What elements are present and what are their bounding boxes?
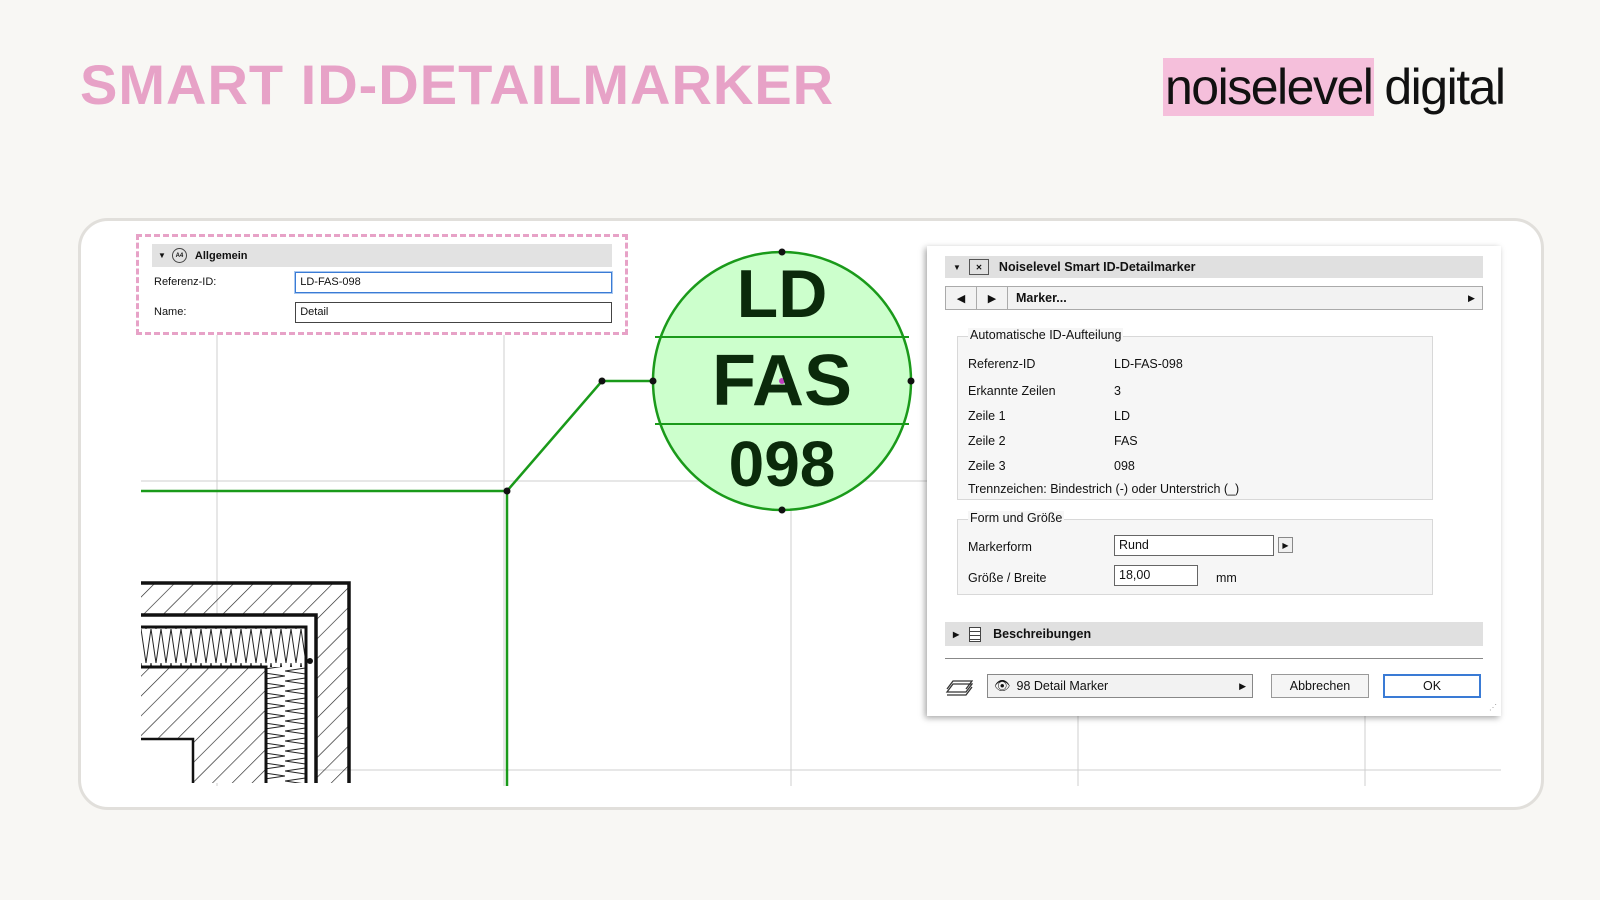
brand-highlight-text: noiselevel xyxy=(1163,58,1375,116)
cancel-button[interactable]: Abbrechen xyxy=(1271,674,1369,698)
panel-navigator: ◀ ▶ Marker... ▶ xyxy=(945,286,1483,310)
layout-icon: A4 xyxy=(171,248,187,263)
kv-value: 3 xyxy=(1114,384,1121,398)
next-panel-button[interactable]: ▶ xyxy=(977,287,1008,309)
footer-divider xyxy=(945,658,1483,659)
reference-id-input[interactable]: LD-FAS-098 xyxy=(295,271,612,293)
layer-selector[interactable]: 👁 98 Detail Marker ▶ xyxy=(987,674,1253,698)
auto-id-split-title: Automatische ID-Aufteilung xyxy=(968,328,1124,342)
size-row: Größe / Breite xyxy=(968,571,1114,585)
auto-id-split-group: Automatische ID-Aufteilung Referenz-ID LD… xyxy=(957,328,1433,500)
chevron-down-icon: ▼ xyxy=(158,251,166,260)
name-input[interactable]: Detail xyxy=(295,301,612,323)
page-title: SMART ID-DETAILMARKER xyxy=(80,53,835,116)
wall-section-detail xyxy=(141,581,351,783)
size-unit: mm xyxy=(1216,571,1237,585)
name-label: Name: xyxy=(154,306,187,318)
marker-tool-icon: ✕ xyxy=(968,259,989,275)
previous-panel-button[interactable]: ◀ xyxy=(946,287,977,309)
caret-right-icon: ▶ xyxy=(1239,680,1246,691)
kv-value: 098 xyxy=(1114,459,1135,473)
kv-row: Zeile 2 FAS xyxy=(968,434,1138,448)
kv-label: Zeile 2 xyxy=(968,434,1006,448)
descriptions-section-header[interactable]: ▶ Beschreibungen xyxy=(945,622,1483,646)
leader-node xyxy=(598,377,606,385)
kv-value: LD xyxy=(1114,409,1130,423)
size-input[interactable]: 18,00 xyxy=(1114,565,1198,586)
chevron-right-icon: ▶ xyxy=(953,629,960,639)
eye-icon: 👁 xyxy=(994,678,1011,693)
drawing-canvas: LD FAS 098 ▼ A4 Allgemein Referenz-ID: L… xyxy=(78,218,1544,810)
shape-size-title: Form und Größe xyxy=(968,511,1065,525)
dialog-title: Noiselevel Smart ID-Detailmarker xyxy=(998,260,1196,274)
kv-label: Referenz-ID xyxy=(968,357,1036,371)
caret-right-icon[interactable]: ▶ xyxy=(1468,293,1482,304)
kv-row: Zeile 3 098 xyxy=(968,459,1135,473)
kv-label: Erkannte Zeilen xyxy=(968,384,1056,398)
marker-line-1: LD xyxy=(736,256,828,332)
ok-button[interactable]: OK xyxy=(1383,674,1481,698)
shape-size-group: Form und Größe Markerform Rund ▶ Größe /… xyxy=(957,511,1433,595)
marker-shape-label: Markerform xyxy=(968,540,1032,554)
marker-settings-dialog: ▼ ✕ Noiselevel Smart ID-Detailmarker ◀ ▶… xyxy=(927,246,1501,716)
kv-row: Erkannte Zeilen 3 xyxy=(968,384,1121,398)
size-unit-text: mm xyxy=(1216,571,1237,585)
kv-value: LD-FAS-098 xyxy=(1114,357,1183,371)
leader-node xyxy=(503,487,511,495)
kv-row: Zeile 1 LD xyxy=(968,409,1130,423)
kv-row: Referenz-ID LD-FAS-098 xyxy=(968,357,1183,371)
document-icon xyxy=(969,626,982,642)
marker-shape-select[interactable]: Rund xyxy=(1114,535,1274,556)
panel-selector[interactable]: Marker... xyxy=(1008,291,1468,305)
reference-id-row: Referenz-ID: LD-FAS-098 xyxy=(152,267,612,297)
marker-line-3: 098 xyxy=(728,428,836,500)
dialog-header[interactable]: ▼ ✕ Noiselevel Smart ID-Detailmarker xyxy=(945,256,1483,278)
layers-icon xyxy=(945,678,974,696)
general-settings-panel: ▼ A4 Allgemein Referenz-ID: LD-FAS-098 N… xyxy=(136,234,628,335)
resize-grip-icon[interactable]: ⋰ xyxy=(1489,703,1497,712)
chevron-down-icon: ▼ xyxy=(953,262,961,272)
kv-label: Zeile 1 xyxy=(968,409,1006,423)
marker-line-2: FAS xyxy=(711,341,853,421)
reference-id-label: Referenz-ID: xyxy=(154,276,217,288)
name-row: Name: Detail xyxy=(152,297,612,327)
brand-logo: noiselevel digital xyxy=(1163,58,1506,116)
size-label: Größe / Breite xyxy=(968,571,1047,585)
layer-label: 98 Detail Marker xyxy=(1016,679,1109,693)
kv-value: FAS xyxy=(1114,434,1138,448)
brand-rest-text: digital xyxy=(1384,59,1506,115)
marker-shape-row: Markerform xyxy=(968,540,1114,554)
kv-label: Zeile 3 xyxy=(968,459,1006,473)
shape-popup-button[interactable]: ▶ xyxy=(1278,537,1293,553)
descriptions-title: Beschreibungen xyxy=(993,627,1092,641)
separator-note: Trennzeichen: Bindestrich (-) oder Unter… xyxy=(968,482,1239,496)
general-section-title: Allgemein xyxy=(194,249,248,262)
separator-note-text: Trennzeichen: Bindestrich (-) oder Unter… xyxy=(968,482,1240,496)
general-section-header[interactable]: ▼ A4 Allgemein xyxy=(152,244,612,267)
